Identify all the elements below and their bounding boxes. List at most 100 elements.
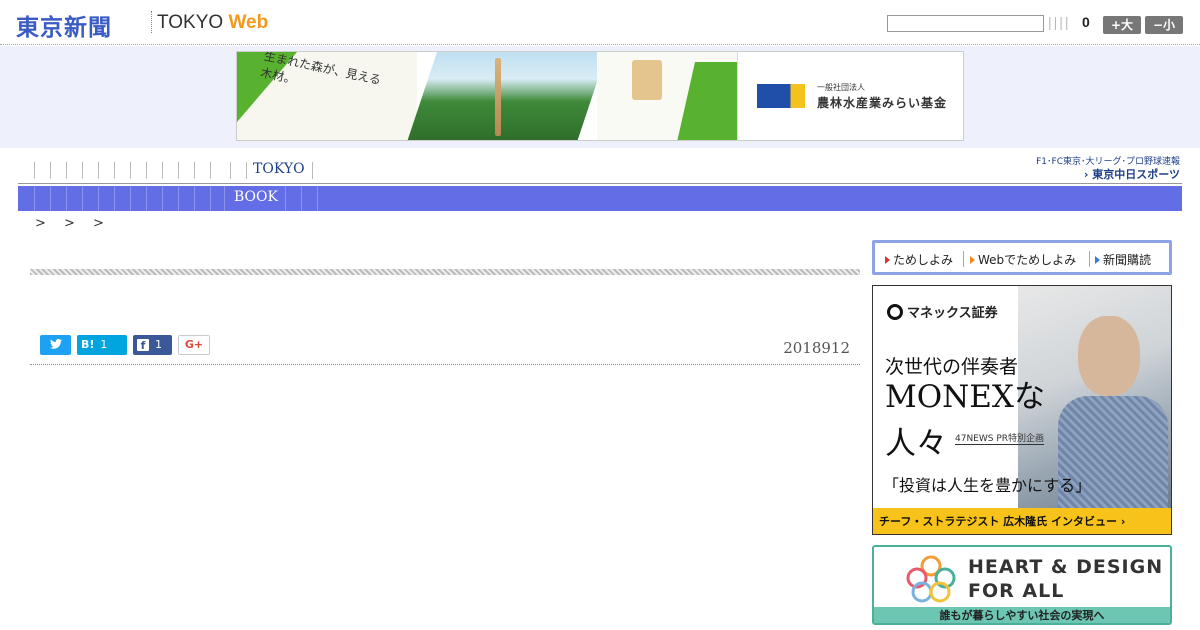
heart-design-ad[interactable]: HEART & DESIGN FOR ALL 誰もが暮らしやすい社会の実現へ [872, 545, 1172, 625]
trial-read-label: ためしよみ [893, 253, 954, 267]
nav-tick[interactable] [114, 186, 115, 211]
search-separators: |||| [1048, 14, 1071, 30]
nav-tick[interactable] [210, 186, 211, 211]
tokyo-chunichi-sports-logo[interactable]: › 東京中日スポーツ [1050, 166, 1180, 182]
logo-divider [151, 11, 152, 33]
twitter-icon [49, 339, 62, 349]
nav-tick[interactable] [194, 186, 195, 211]
nav-tick[interactable] [98, 162, 99, 179]
nav-tick[interactable] [312, 162, 313, 179]
nav-tick[interactable] [146, 162, 147, 179]
flower-logo-icon [906, 555, 956, 603]
arrow-right-icon [970, 256, 975, 264]
logo-tokyo-shimbun[interactable]: 東京新聞 [16, 8, 112, 42]
nav-tick[interactable] [66, 186, 67, 211]
hatena-bookmark-button[interactable]: B! 1 [77, 335, 127, 355]
arrow-right-icon: › [1083, 168, 1093, 181]
primary-nav: TOKYO [18, 160, 1018, 182]
gplus-share-button[interactable]: G+ [178, 335, 210, 355]
monex-logo-icon [887, 304, 903, 320]
font-size-count: 0 [1082, 14, 1090, 30]
nav-tick[interactable] [98, 186, 99, 211]
facebook-count: 1 [155, 338, 162, 351]
ad2-title-line2: FOR ALL [968, 580, 1065, 602]
trial-read-link[interactable]: ためしよみ [885, 251, 953, 268]
facebook-share-button[interactable]: f1 [133, 335, 172, 355]
logo-tokyo-web[interactable]: TOKYO Web [157, 12, 268, 34]
top-banner-ad[interactable]: 生まれた森が、見える木材。 一般社団法人 農林水産業みらい基金 [236, 51, 964, 141]
subscribe-label: 新聞購読 [1103, 253, 1152, 267]
nav-tick[interactable] [246, 162, 247, 179]
article-date-rule [30, 364, 860, 365]
gplus-icon: G+ [184, 338, 204, 351]
nav-tick[interactable] [194, 162, 195, 179]
nav-tick[interactable] [50, 162, 51, 179]
ad-footer-cta[interactable]: チーフ・ストラテジスト 広木隆氏 インタビュー › [873, 508, 1171, 534]
nav-tick[interactable] [34, 186, 35, 211]
secondary-nav: BOOK [18, 186, 1182, 211]
nav-tick[interactable] [162, 162, 163, 179]
ad2-title-line1: HEART & DESIGN [968, 556, 1164, 578]
hatena-count: 1 [100, 338, 108, 351]
nav-item-tokyo[interactable]: TOKYO [253, 161, 305, 177]
nav-tick[interactable] [210, 162, 211, 179]
nav-tick[interactable] [114, 162, 115, 179]
facebook-icon: f [137, 339, 149, 352]
hatena-icon: B! [81, 338, 95, 351]
banner-forest-image [407, 52, 607, 140]
nav-tick[interactable] [178, 186, 179, 211]
sports-logo-text: 東京中日スポーツ [1092, 168, 1180, 181]
nav-tick[interactable] [34, 162, 35, 179]
monex-logo-text: マネックス証券 [907, 306, 998, 321]
web-trial-read-link[interactable]: Webでためしよみ [970, 251, 1076, 268]
logo-en-text: TOKYO [157, 12, 224, 33]
breadcrumb[interactable]: > > > [35, 216, 104, 231]
font-small-button[interactable]: −小 [1145, 16, 1183, 34]
nav-divider [18, 183, 1182, 184]
banner-wood-stick [495, 58, 501, 136]
nav-tick[interactable] [82, 162, 83, 179]
font-large-button[interactable]: +大 [1103, 16, 1141, 34]
site-header: 東京新聞 TOKYO Web |||| 0 +大 −小 [0, 0, 1200, 45]
monex-logo: マネックス証券 [887, 302, 998, 321]
ad-subtitle: 次世代の伴奏者 [885, 356, 1019, 378]
web-trial-read-label: Webでためしよみ [978, 253, 1077, 267]
banner-divider [737, 52, 738, 140]
ad-headline-1: MONEXな [885, 379, 1045, 415]
nav-tick[interactable] [285, 186, 286, 211]
arrow-right-icon [1095, 256, 1100, 264]
subscribe-divider [963, 251, 964, 267]
nav-tick[interactable] [130, 162, 131, 179]
nav-tick[interactable] [224, 186, 225, 211]
twitter-share-button[interactable] [40, 335, 71, 355]
nav-tick[interactable] [146, 186, 147, 211]
nav-item-book[interactable]: BOOK [234, 189, 278, 205]
banner-flag-icon [757, 84, 805, 108]
nav-tick[interactable] [66, 162, 67, 179]
nav-tick[interactable] [178, 162, 179, 179]
banner-org-type: 一般社団法人 [817, 83, 865, 92]
nav-tick[interactable] [82, 186, 83, 211]
ad-tag: 47NEWS PR特別企画 [955, 431, 1045, 445]
nav-tick[interactable] [130, 186, 131, 211]
article-title-rule [30, 269, 860, 275]
banner-org-name: 農林水産業みらい基金 [817, 96, 948, 110]
subscribe-box: ためしよみ Webでためしよみ 新聞購読 [872, 240, 1172, 275]
banner-wood-block [632, 60, 662, 100]
ad-headline-2: 人々 [885, 426, 947, 462]
subscribe-link[interactable]: 新聞購読 [1095, 251, 1151, 268]
ad-quote: 「投資は人生を豊かにする」 [883, 476, 1092, 495]
nav-tick[interactable] [50, 186, 51, 211]
nav-tick[interactable] [301, 186, 302, 211]
ad-person-face [1078, 316, 1140, 396]
logo-web-text: Web [228, 12, 269, 33]
monex-ad[interactable]: マネックス証券 次世代の伴奏者 MONEXな 人々 47NEWS PR特別企画 … [872, 285, 1172, 535]
ad2-footer: 誰もが暮らしやすい社会の実現へ [874, 607, 1170, 623]
arrow-right-icon [885, 256, 890, 264]
nav-tick[interactable] [162, 186, 163, 211]
nav-tick[interactable] [317, 186, 318, 211]
nav-tick[interactable] [230, 162, 231, 179]
search-input[interactable] [887, 15, 1044, 32]
subscribe-divider [1089, 251, 1090, 267]
article-date: 2018912 [783, 339, 850, 357]
